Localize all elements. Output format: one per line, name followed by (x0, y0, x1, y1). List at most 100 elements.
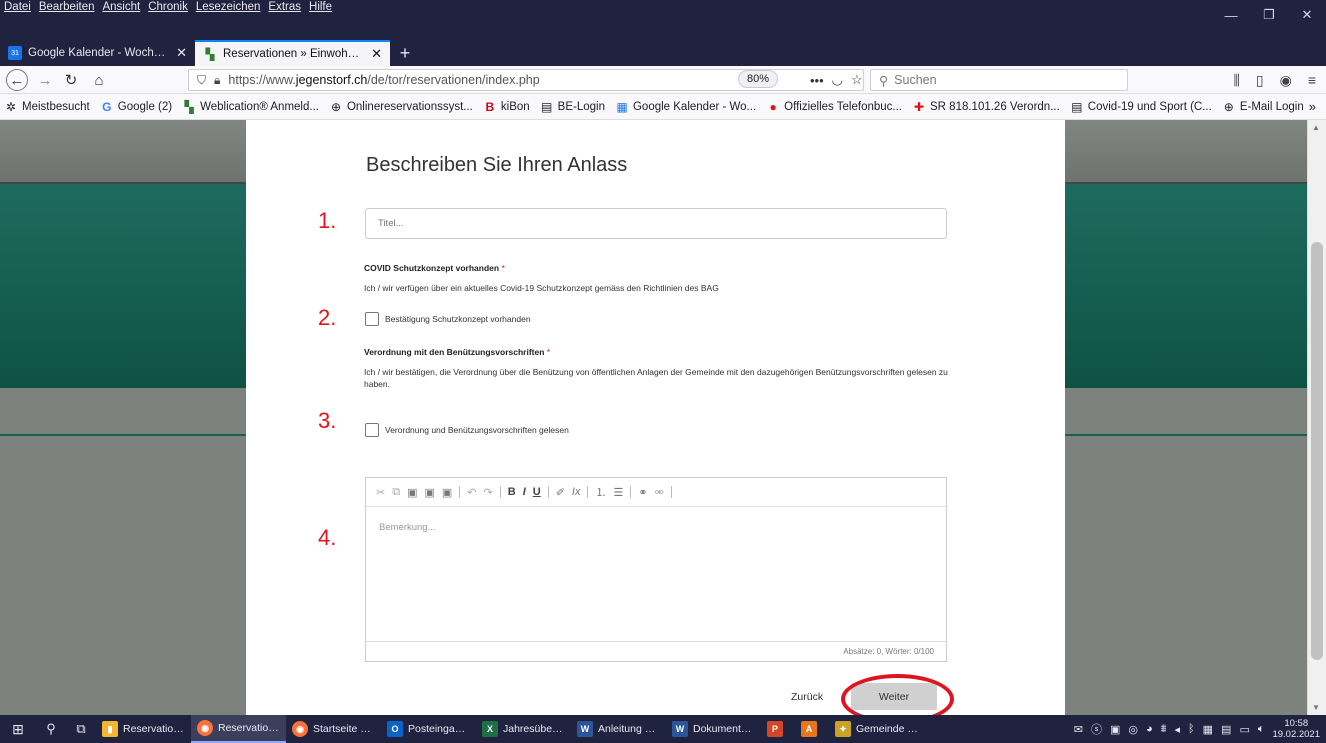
account-icon[interactable]: ◉ (1280, 72, 1292, 89)
numbered-list-icon[interactable]: ⒈ (595, 484, 606, 500)
firefox-icon: ◉ (292, 721, 308, 737)
taskbar-app-word-anleitung[interactable]: W Anleitung R... (571, 715, 666, 743)
taskbar-app-powerpoint[interactable]: P (761, 715, 795, 743)
bookmark-email-login[interactable]: ⊕ E-Mail Login (1222, 100, 1304, 114)
windows-start-icon[interactable]: ⊞ (0, 721, 36, 738)
close-icon[interactable]: ✕ (176, 45, 187, 61)
bold-icon[interactable]: B (508, 486, 516, 498)
zoom-level[interactable]: 80% (738, 70, 779, 88)
network-drive-icon[interactable]: ⩩ (1161, 723, 1167, 736)
tab-google-kalender[interactable]: 31 Google Kalender - Woche vom ✕ (0, 40, 195, 66)
scrollbar-thumb[interactable] (1311, 242, 1323, 660)
page-actions-icon[interactable]: ••• (810, 73, 824, 88)
paste-text-icon[interactable]: ▣ (424, 486, 434, 499)
menu-ansicht[interactable]: Ansicht (102, 1, 140, 17)
bookmark-label: BE-Login (557, 100, 605, 113)
task-view-icon[interactable]: ⧉ (66, 721, 96, 737)
taskbar-app-firefox[interactable]: ◉ Startseite » ... (286, 715, 381, 743)
new-tab-button[interactable]: + (390, 40, 420, 66)
taskbar-app-word-dokument[interactable]: W Dokument1 ... (666, 715, 761, 743)
unlink-icon[interactable]: ⚮ (655, 486, 664, 499)
verordnung-checkbox[interactable] (365, 423, 379, 437)
menu-bearbeiten[interactable]: Bearbeiten (39, 1, 95, 17)
title-input[interactable] (365, 208, 947, 239)
covid-checkbox-label[interactable]: Bestätigung Schutzkonzept vorhanden (385, 314, 531, 324)
scroll-down-icon[interactable]: ▼ (1312, 703, 1320, 712)
taskbar-app-acrobat[interactable]: A (795, 715, 829, 743)
skype-icon[interactable]: ⓢ (1091, 721, 1102, 737)
bullet-list-icon[interactable]: ☰ (613, 486, 623, 499)
announce-icon[interactable]: ◂ (1174, 723, 1180, 736)
star-icon[interactable]: ☆ (851, 72, 863, 88)
home-button[interactable]: ⌂ (88, 69, 110, 91)
chrome-icon[interactable]: ◎ (1128, 723, 1138, 736)
taskbar-app-gemeinde[interactable]: ✦ Gemeinde J... (829, 715, 924, 743)
hamburger-menu-icon[interactable]: ≡ (1308, 72, 1316, 88)
bookmark-weblication[interactable]: ▚ Weblication® Anmeld... (182, 100, 318, 114)
bookmark-kibon[interactable]: BkiBon (483, 100, 530, 114)
remark-textarea[interactable]: Bemerkung... (366, 508, 946, 642)
bookmark-sr-verordnung[interactable]: ✚ SR 818.101.26 Verordn... (912, 100, 1060, 114)
minimize-button[interactable]: — (1212, 0, 1250, 30)
underline-icon[interactable]: U (533, 486, 541, 498)
outlook-tray-icon[interactable]: ▣ (1110, 723, 1120, 736)
speaker-icon[interactable]: 🔈︎ (1258, 723, 1265, 736)
search-bar[interactable]: ⚲ Suchen (870, 69, 1128, 91)
reload-button[interactable]: ↻ (60, 69, 82, 91)
bookmark-google[interactable]: G Google (2) (100, 100, 172, 114)
menu-datei[interactable]: Datei (4, 1, 31, 17)
restore-button[interactable]: ❐ (1250, 0, 1288, 30)
forward-button[interactable]: → (34, 69, 56, 91)
redo-icon[interactable]: ↷ (484, 486, 493, 499)
scroll-up-icon[interactable]: ▲ (1312, 123, 1320, 132)
link-icon[interactable]: ⚭ (638, 486, 647, 499)
tab-reservationen[interactable]: ▚ Reservationen » Einwohnergem ✕ (195, 40, 390, 66)
clock[interactable]: 10:58 19.02.2021 (1272, 718, 1320, 740)
tab-label: Reservationen » Einwohnergem (223, 48, 365, 60)
bookmark-covid-sport[interactable]: ▤ Covid-19 und Sport (C... (1070, 100, 1212, 114)
bookmarks-overflow-icon[interactable]: » (1309, 99, 1316, 114)
paste-icon[interactable]: ▣ (407, 486, 417, 499)
paste-word-icon[interactable]: ▣ (442, 486, 452, 499)
remove-format-icon[interactable]: Ix (572, 486, 581, 498)
antivirus-icon[interactable]: ◕ (1146, 723, 1153, 735)
page-scrollbar[interactable]: ▲ ▼ (1307, 120, 1326, 715)
shield-icon[interactable]: ⛉ (197, 73, 206, 88)
menu-chronik[interactable]: Chronik (148, 1, 188, 17)
covid-checkbox-row[interactable]: Bestätigung Schutzkonzept vorhanden (365, 312, 531, 326)
italic-icon[interactable]: I (523, 486, 526, 498)
monitor-icon[interactable]: ▭ (1239, 723, 1249, 736)
mail-icon[interactable]: ✉ (1074, 723, 1083, 736)
menu-lesezeichen[interactable]: Lesezeichen (196, 1, 261, 17)
pocket-icon[interactable]: ◡ (832, 72, 843, 88)
verordnung-checkbox-label[interactable]: Verordnung und Benützungsvorschriften ge… (385, 425, 569, 435)
verordnung-checkbox-row[interactable]: Verordnung und Benützungsvorschriften ge… (365, 423, 569, 437)
library-icon[interactable]: ⫼ (1233, 72, 1239, 89)
cut-icon[interactable]: ✂ (376, 486, 385, 499)
taskbar-app-firefox-active[interactable]: ◉ Reservation... (191, 715, 286, 743)
calendar-tray-icon[interactable]: ▤ (1221, 723, 1231, 736)
covid-checkbox[interactable] (365, 312, 379, 326)
lock-icon[interactable]: 🔒︎ (214, 73, 220, 88)
format-brush-icon[interactable]: ✐ (556, 486, 565, 499)
bookmark-google-kalender[interactable]: ▦ Google Kalender - Wo... (615, 100, 756, 114)
close-window-button[interactable]: ✕ (1288, 0, 1326, 30)
menu-hilfe[interactable]: Hilfe (309, 1, 332, 17)
display-icon[interactable]: ▦ (1203, 723, 1213, 736)
back-link[interactable]: Zurück (791, 691, 823, 703)
bookmark-meistbesucht[interactable]: ✲ Meistbesucht (4, 100, 90, 114)
taskbar-app-excel[interactable]: X Jahresübersi... (476, 715, 571, 743)
sidebar-icon[interactable]: ▯ (1256, 72, 1264, 89)
bluetooth-icon[interactable]: ᛒ (1188, 723, 1195, 735)
search-icon[interactable]: ⚲ (36, 721, 66, 737)
undo-icon[interactable]: ↶ (467, 486, 476, 499)
back-button[interactable]: ← (6, 69, 28, 91)
taskbar-app-outlook[interactable]: O Posteingang... (381, 715, 476, 743)
taskbar-app-explorer[interactable]: ▮ Reservations... (96, 715, 191, 743)
menu-extras[interactable]: Extras (268, 1, 301, 17)
bookmark-be-login[interactable]: ▤ BE-Login (540, 100, 605, 114)
copy-icon[interactable]: ⧉ (392, 486, 400, 499)
close-icon[interactable]: ✕ (371, 46, 382, 62)
bookmark-telefonbuch[interactable]: ● Offizielles Telefonbuc... (766, 100, 902, 114)
bookmark-onlinereservation[interactable]: ⊕ Onlinereservationssyst... (329, 100, 473, 114)
